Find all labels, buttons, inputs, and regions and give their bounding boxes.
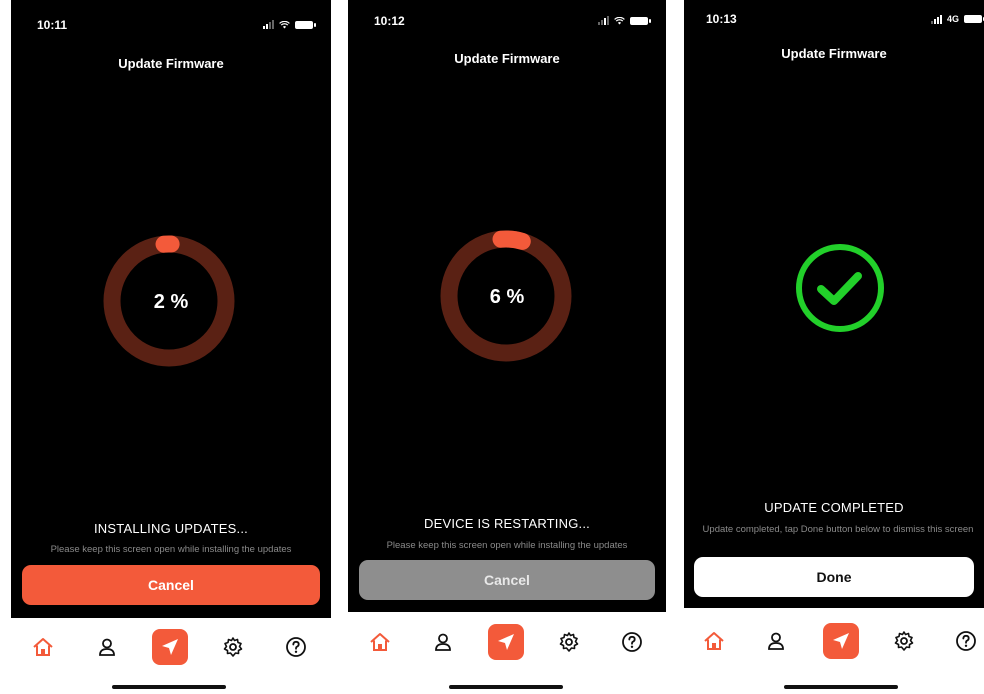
status-bar: 10:12 [348, 0, 666, 40]
status-icons [263, 20, 316, 29]
gear-icon[interactable] [553, 626, 585, 658]
help-icon[interactable] [616, 626, 648, 658]
phone-screen-restarting: 10:12 Update Firmware 6 % DEVICE IS REST… [348, 0, 666, 694]
tab-bar [11, 618, 331, 694]
battery-icon [630, 16, 651, 25]
person-icon[interactable] [427, 626, 459, 658]
status-subtitle: Please keep this screen open while insta… [50, 544, 292, 555]
gear-icon[interactable] [217, 631, 249, 663]
page-title: Update Firmware [454, 51, 560, 66]
battery-icon [295, 20, 316, 29]
status-time: 10:13 [706, 12, 737, 26]
status-bar: 10:13 4G [684, 0, 984, 40]
cancel-button[interactable]: Cancel [359, 560, 655, 600]
phone-screen-completed: 10:13 4G Update Firmware UPDATE COMPLETE… [684, 0, 984, 694]
signal-icon [930, 14, 942, 24]
status-icons [598, 16, 651, 25]
signal-icon [598, 16, 609, 25]
navigation-arrow-icon[interactable] [823, 623, 859, 659]
status-icons: 4G [930, 14, 984, 24]
checkmark-circle-icon [796, 244, 884, 332]
help-icon[interactable] [950, 625, 982, 657]
status-subtitle: Please keep this screen open while insta… [386, 540, 628, 551]
person-icon[interactable] [91, 631, 123, 663]
status-title: UPDATE COMPLETED [764, 500, 904, 515]
status-time: 10:12 [374, 14, 405, 28]
progress-percent: 2 % [153, 291, 189, 313]
progress-percent: 6 % [489, 286, 525, 308]
status-subtitle: Update completed, tap Done button below … [702, 524, 974, 535]
home-indicator[interactable] [112, 685, 226, 689]
home-icon[interactable] [698, 625, 730, 657]
gear-icon[interactable] [888, 625, 920, 657]
phone-screen-installing: 10:11 Update Firmware 2 % INSTALLING UPD… [11, 0, 331, 694]
status-title: INSTALLING UPDATES... [94, 521, 248, 536]
signal-icon [263, 20, 274, 29]
tab-bar [348, 612, 666, 694]
wifi-icon [279, 20, 290, 29]
tab-bar [684, 608, 984, 694]
home-icon[interactable] [364, 626, 396, 658]
page-title: Update Firmware [781, 46, 887, 61]
status-title: DEVICE IS RESTARTING... [424, 516, 590, 531]
done-button[interactable]: Done [694, 557, 974, 597]
status-bar: 10:11 [11, 0, 331, 40]
navigation-arrow-icon[interactable] [488, 624, 524, 660]
person-icon[interactable] [760, 625, 792, 657]
help-icon[interactable] [280, 631, 312, 663]
home-indicator[interactable] [784, 685, 898, 689]
wifi-icon [614, 16, 625, 25]
network-type: 4G [946, 14, 959, 24]
page-title: Update Firmware [118, 56, 224, 71]
home-indicator[interactable] [449, 685, 563, 689]
status-time: 10:11 [37, 18, 68, 32]
battery-icon [964, 15, 984, 23]
cancel-button[interactable]: Cancel [22, 565, 320, 605]
navigation-arrow-icon[interactable] [152, 629, 188, 665]
home-icon[interactable] [27, 631, 59, 663]
